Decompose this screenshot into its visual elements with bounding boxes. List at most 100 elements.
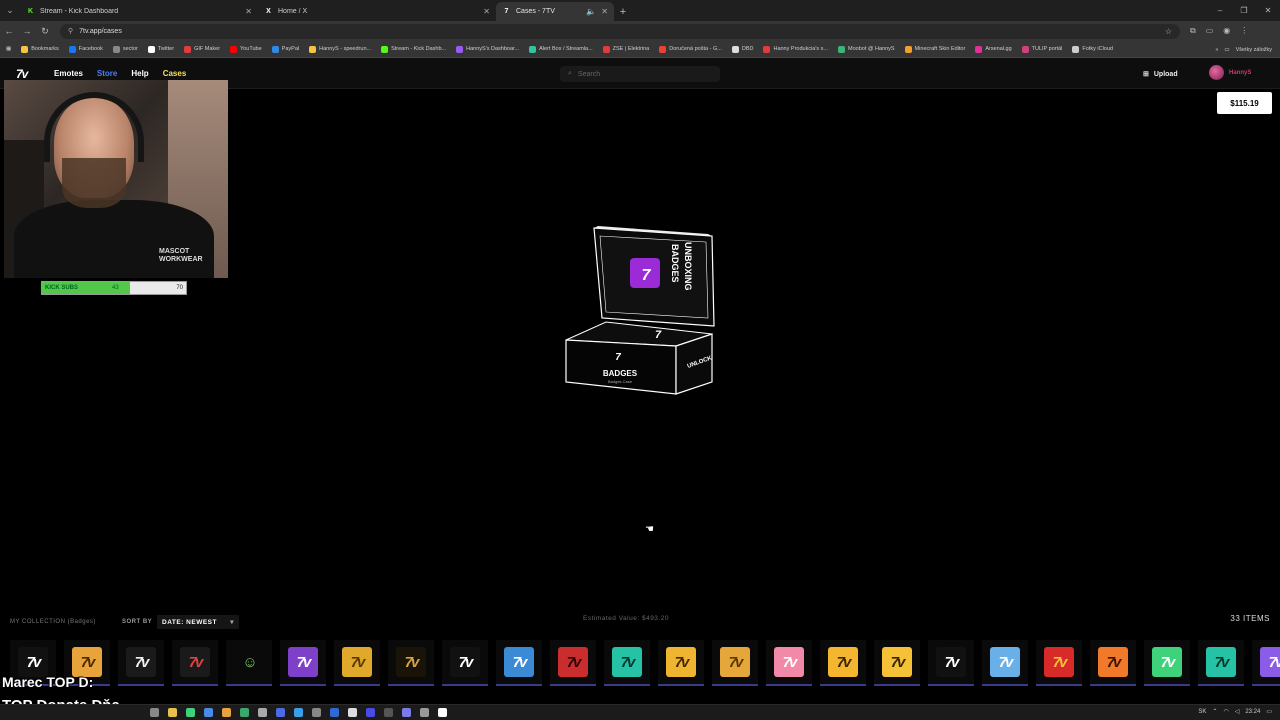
user-menu[interactable]: HannyS [1209,65,1251,80]
badge-item[interactable]: 7v [982,640,1028,686]
bookmark-item[interactable]: Hanny Produkcia's s... [763,45,828,53]
badge-item[interactable]: 7v [1252,640,1280,686]
app-icon[interactable] [222,708,231,717]
clock[interactable]: 23:24 [1245,709,1260,715]
browser-tab[interactable]: X Home / X ✕ [258,2,496,21]
close-window-icon[interactable]: ✕ [1256,0,1280,21]
bookmark-item[interactable]: PayPal [271,45,299,53]
extensions-icon[interactable]: ⧉ [1190,26,1196,36]
sidepanel-icon[interactable]: ▭ [1206,26,1214,36]
nav-cases[interactable]: Cases [163,69,187,78]
badges-case[interactable]: 7 UNBOXING BADGES 7 7 BADGES Badges Case… [560,222,720,402]
browser-tab[interactable]: 7 Cases - 7TV 🔈 ✕ [496,2,614,21]
badge-item[interactable]: 7v [1198,640,1244,686]
app-icon-5[interactable] [312,708,321,717]
language-indicator[interactable]: SK [1198,709,1206,715]
tray-chevron-icon[interactable]: ⌃ [1212,708,1217,715]
badge-item[interactable]: 7v [172,640,218,686]
app-icon-3[interactable] [276,708,285,717]
bookmark-item[interactable]: YouTube [230,45,262,53]
forward-icon[interactable]: → [18,26,36,36]
bookmark-item[interactable]: Alert Box / Streamla... [529,45,593,53]
bookmark-item[interactable]: DBD [731,45,753,53]
url-input[interactable]: ⚲ 7tv.app/cases ☆ [60,23,1180,39]
speaker-icon[interactable]: 🔈 [586,7,596,16]
7tv-logo[interactable]: 7v [16,67,28,81]
site-info-icon[interactable]: ⚲ [68,27,73,35]
chrome-icon[interactable] [204,708,213,717]
upload-button[interactable]: ⊞ Upload [1143,66,1193,82]
bookmark-item[interactable]: ZSE | Elektrina [602,45,649,53]
tab-search-icon[interactable]: ⌄ [0,0,20,21]
bookmark-item[interactable]: GIF Maker [184,45,220,53]
browser-tab[interactable]: K Stream - Kick Dashboard ✕ [20,2,258,21]
app-icon-9[interactable] [384,708,393,717]
app-icon-4[interactable] [294,708,303,717]
volume-icon[interactable]: ◁ [1235,708,1240,715]
explorer-icon[interactable] [168,708,177,717]
back-icon[interactable]: ← [0,26,18,36]
app-icon-7[interactable] [348,708,357,717]
notification-icon[interactable]: ▭ [1266,708,1272,715]
badge-item[interactable]: 7v [280,640,326,686]
bookmark-item[interactable]: TULIP portál [1021,45,1062,53]
search-input[interactable]: ⌕ Search [560,66,720,82]
bookmark-item[interactable]: Facebook [68,45,103,53]
close-tab-icon[interactable]: ✕ [245,7,252,16]
badge-item[interactable]: 7v [766,640,812,686]
bookmark-item[interactable]: HannyS's Dashboar... [456,45,519,53]
badge-item[interactable]: 7v [388,640,434,686]
menu-icon[interactable]: ⋮ [1240,26,1248,36]
close-tab-icon[interactable]: ✕ [483,7,490,16]
badge-item[interactable]: 7v [442,640,488,686]
badge-item[interactable]: 7v [658,640,704,686]
nav-store[interactable]: Store [97,69,117,78]
badge-item[interactable]: 7v [820,640,866,686]
bookmark-item[interactable]: Bookmarks [21,45,59,53]
discord-icon[interactable] [402,708,411,717]
balance-badge[interactable]: $115.19 [1217,92,1272,114]
new-tab-button[interactable]: + [614,2,632,21]
badge-item[interactable]: 7v [550,640,596,686]
spotify-icon[interactable] [186,708,195,717]
nav-help[interactable]: Help [131,69,148,78]
reload-icon[interactable]: ↻ [36,26,54,37]
obs-icon[interactable] [438,708,447,717]
bookmark-item[interactable]: Fotky iCloud [1072,45,1113,53]
badge-item[interactable]: 7v [928,640,974,686]
bookmark-item[interactable]: Moobot @ HannyS [838,45,895,53]
close-tab-icon[interactable]: ✕ [601,7,608,16]
xbox-icon[interactable] [240,708,249,717]
all-bookmarks[interactable]: » ▭ Všetky záložky [1209,41,1272,57]
badge-item[interactable]: 7v [496,640,542,686]
badge-item[interactable]: ☺ [226,640,272,686]
badge-item[interactable]: 7v [874,640,920,686]
app-icon-8[interactable] [366,708,375,717]
bookmark-item[interactable]: Twitter [147,45,174,53]
nav-emotes[interactable]: Emotes [54,69,83,78]
minimize-icon[interactable]: – [1208,0,1232,21]
badge-item[interactable]: 7v [118,640,164,686]
wifi-icon[interactable]: ◠ [1223,708,1228,715]
profile-icon[interactable]: ◉ [1223,26,1230,36]
bookmark-item[interactable]: Arsenal.gg [975,45,1012,53]
bookmark-item[interactable]: Doručená pošta - G... [659,45,722,53]
badge-item[interactable]: 7v [334,640,380,686]
sort-select[interactable]: DATE: NEWEST ▾ [157,615,239,629]
app-icon-6[interactable] [330,708,339,717]
bookmark-item[interactable]: sector [112,45,138,53]
app-icon-2[interactable] [258,708,267,717]
bookmark-item[interactable]: Minecraft Skin Editor [904,45,965,53]
app-icon-10[interactable] [420,708,429,717]
task-view-icon[interactable] [150,708,159,717]
apps-icon[interactable]: ▦ [6,46,11,52]
bookmark-item[interactable]: HannyS - speedrun... [309,45,371,53]
badge-item[interactable]: 7v [1090,640,1136,686]
bookmark-item[interactable]: Stream - Kick Dashb... [381,45,446,53]
maximize-icon[interactable]: ❐ [1232,0,1256,21]
bookmark-star-icon[interactable]: ☆ [1165,27,1172,36]
badge-item[interactable]: 7v [1144,640,1190,686]
badge-item[interactable]: 7v [712,640,758,686]
badge-item[interactable]: 7v [1036,640,1082,686]
badge-item[interactable]: 7v [604,640,650,686]
